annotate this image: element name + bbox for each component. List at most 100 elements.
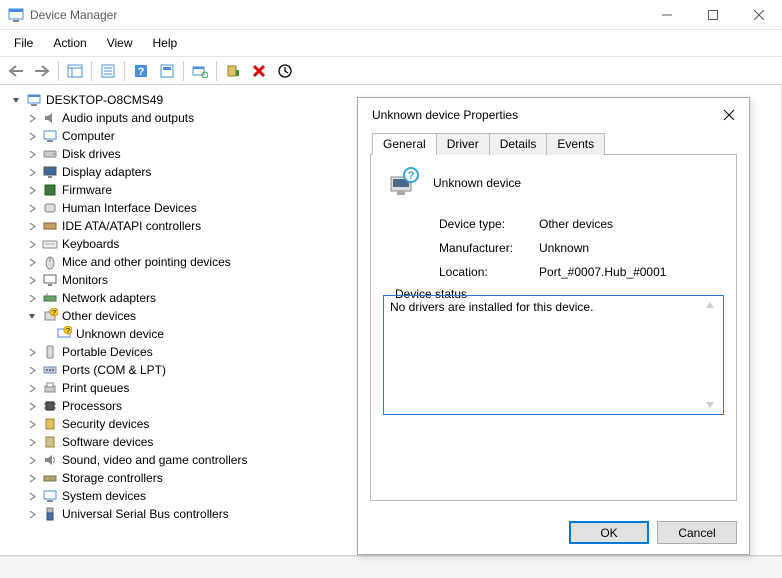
category-icon <box>42 380 58 396</box>
tree-category-label: Firmware <box>62 183 112 197</box>
toolbar: ? <box>0 57 782 85</box>
tree-root-label: DESKTOP-O8CMS49 <box>46 93 163 107</box>
properties-button[interactable] <box>96 60 120 82</box>
device-icon: ? <box>387 167 419 199</box>
chevron-right-icon[interactable] <box>26 238 38 250</box>
menu-action[interactable]: Action <box>45 34 94 52</box>
category-icon <box>42 128 58 144</box>
cancel-button[interactable]: Cancel <box>657 521 737 544</box>
tab-events[interactable]: Events <box>546 133 605 155</box>
tree-category-label: IDE ATA/ATAPI controllers <box>62 219 201 233</box>
window-title: Device Manager <box>30 8 117 22</box>
tab-panel-general: ? Unknown device Device type: Other devi… <box>370 155 737 501</box>
device-name: Unknown device <box>433 176 521 190</box>
chevron-right-icon[interactable] <box>26 436 38 448</box>
chevron-right-icon[interactable] <box>26 112 38 124</box>
back-button[interactable] <box>4 60 28 82</box>
category-icon <box>42 488 58 504</box>
category-icon: ? <box>42 308 58 324</box>
manufacturer-label: Manufacturer: <box>439 241 539 255</box>
category-icon <box>42 434 58 450</box>
titlebar: Device Manager <box>0 0 782 30</box>
category-icon <box>42 200 58 216</box>
chevron-right-icon[interactable] <box>26 472 38 484</box>
chevron-right-icon[interactable] <box>26 490 38 502</box>
uninstall-button[interactable] <box>247 60 271 82</box>
tree-category-label: Network adapters <box>62 291 156 305</box>
unknown-device-icon: ? <box>56 326 72 342</box>
chevron-right-icon[interactable] <box>26 454 38 466</box>
category-icon <box>42 254 58 270</box>
manufacturer-value: Unknown <box>539 241 589 255</box>
action1-button[interactable] <box>155 60 179 82</box>
tree-category-label: Monitors <box>62 273 108 287</box>
category-icon <box>42 470 58 486</box>
tree-category-label: Human Interface Devices <box>62 201 197 215</box>
chevron-right-icon[interactable] <box>26 382 38 394</box>
maximize-button[interactable] <box>690 0 736 30</box>
chevron-right-icon[interactable] <box>26 148 38 160</box>
category-icon <box>42 164 58 180</box>
scroll-down-icon <box>704 400 716 410</box>
forward-button[interactable] <box>30 60 54 82</box>
chevron-right-icon[interactable] <box>26 256 38 268</box>
tab-details[interactable]: Details <box>489 133 548 155</box>
chevron-right-icon[interactable] <box>26 202 38 214</box>
tree-category-label: Sound, video and game controllers <box>62 453 247 467</box>
chevron-right-icon[interactable] <box>26 292 38 304</box>
chevron-right-icon[interactable] <box>26 274 38 286</box>
status-scrollbar[interactable] <box>704 300 720 410</box>
tree-item-label: Unknown device <box>76 327 164 341</box>
device-type-label: Device type: <box>439 217 539 231</box>
minimize-button[interactable] <box>644 0 690 30</box>
ok-button[interactable]: OK <box>569 521 649 544</box>
chevron-down-icon[interactable] <box>10 94 22 106</box>
category-icon <box>42 344 58 360</box>
tree-category-label: Mice and other pointing devices <box>62 255 231 269</box>
chevron-right-icon[interactable] <box>26 166 38 178</box>
tree-category-label: Keyboards <box>62 237 119 251</box>
svg-text:?: ? <box>66 328 70 335</box>
tree-category-label: Print queues <box>62 381 129 395</box>
tree-category-label: Portable Devices <box>62 345 153 359</box>
chevron-right-icon[interactable] <box>26 130 38 142</box>
category-icon <box>42 416 58 432</box>
device-status-box[interactable]: No drivers are installed for this device… <box>383 295 724 415</box>
tab-driver[interactable]: Driver <box>436 133 490 155</box>
scroll-up-icon <box>704 300 716 310</box>
tree-category-label: Disk drives <box>62 147 121 161</box>
chevron-right-icon[interactable] <box>26 346 38 358</box>
category-icon <box>42 290 58 306</box>
category-icon <box>42 452 58 468</box>
menu-file[interactable]: File <box>6 34 41 52</box>
category-icon <box>42 218 58 234</box>
tree-category-label: System devices <box>62 489 146 503</box>
svg-text:?: ? <box>408 170 415 182</box>
menu-view[interactable]: View <box>99 34 141 52</box>
update-driver-button[interactable] <box>221 60 245 82</box>
dialog-close-button[interactable] <box>719 105 739 125</box>
scan-hardware-button[interactable] <box>188 60 212 82</box>
chevron-right-icon[interactable] <box>26 508 38 520</box>
tree-category-label: Display adapters <box>62 165 151 179</box>
location-label: Location: <box>439 265 539 279</box>
chevron-right-icon[interactable] <box>26 220 38 232</box>
close-button[interactable] <box>736 0 782 30</box>
help-button[interactable]: ? <box>129 60 153 82</box>
tree-category-label: Security devices <box>62 417 149 431</box>
chevron-right-icon[interactable] <box>26 418 38 430</box>
tab-general[interactable]: General <box>372 133 437 155</box>
app-icon <box>8 7 24 23</box>
chevron-right-icon[interactable] <box>26 400 38 412</box>
tree-category-label: Software devices <box>62 435 153 449</box>
statusbar <box>0 556 782 578</box>
location-value: Port_#0007.Hub_#0001 <box>539 265 666 279</box>
category-icon <box>42 110 58 126</box>
chevron-right-icon[interactable] <box>26 184 38 196</box>
disable-button[interactable] <box>273 60 297 82</box>
show-hide-tree-button[interactable] <box>63 60 87 82</box>
chevron-down-icon[interactable] <box>26 310 38 322</box>
category-icon <box>42 182 58 198</box>
chevron-right-icon[interactable] <box>26 364 38 376</box>
menu-help[interactable]: Help <box>145 34 186 52</box>
